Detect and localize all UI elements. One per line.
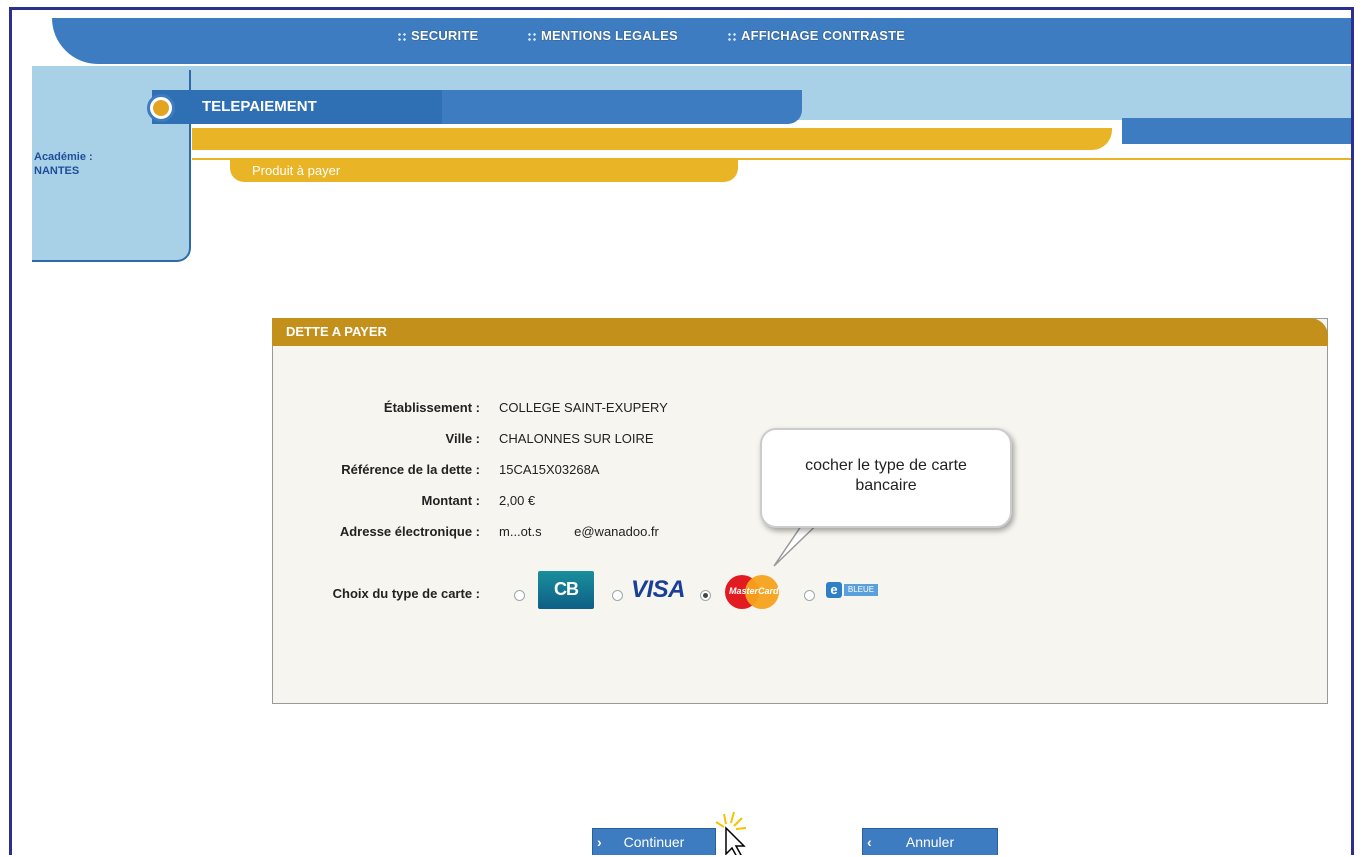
nav-securite-link[interactable]: SECURITE <box>397 28 478 43</box>
cancel-button-label: Annuler <box>905 834 955 850</box>
nav-contraste-label: AFFICHAGE CONTRASTE <box>741 28 906 43</box>
ville-label: Ville : <box>445 431 480 446</box>
ecarte-bleue-text: BLEUE <box>844 584 878 596</box>
nav-mentions-link[interactable]: MENTIONS LEGALES <box>527 28 678 43</box>
step-label: Produit à payer <box>252 163 341 178</box>
montant-label: Montant : <box>421 493 480 508</box>
continue-button-label: Continuer <box>623 834 685 850</box>
academie-info: Académie : NANTES <box>34 150 93 178</box>
panel-title: DETTE A PAYER <box>286 324 387 339</box>
radio-mastercard[interactable] <box>700 590 711 601</box>
step-tab: Produit à payer <box>230 160 738 182</box>
top-navigation-bar: SECURITE MENTIONS LEGALES AFFICHAGE CONT… <box>52 18 1351 64</box>
ecarte-bleue-e: e <box>826 582 842 598</box>
nav-securite-label: SECURITE <box>411 28 479 43</box>
cb-logo-text: CB <box>554 579 579 599</box>
cursor-click-icon <box>715 811 747 855</box>
callout-text: cocher le type de carte bancaire <box>762 456 1010 496</box>
radio-cb[interactable] <box>514 590 525 601</box>
callout-line-2: bancaire <box>855 477 917 494</box>
mastercard-logo-icon: MasterCard <box>725 575 779 609</box>
radio-ecarte-bleue[interactable] <box>804 590 815 601</box>
page-frame: SECURITE MENTIONS LEGALES AFFICHAGE CONT… <box>9 7 1354 855</box>
email-value: m...ot.s e@wanadoo.fr <box>499 524 659 539</box>
grid-icon <box>727 31 737 42</box>
gold-bar <box>192 128 1112 150</box>
card-choice-label: Choix du type de carte : <box>332 586 480 601</box>
etablissement-value: COLLEGE SAINT-EXUPERY <box>499 400 668 415</box>
reference-label: Référence de la dette : <box>341 462 480 477</box>
cb-logo-icon: CB <box>538 571 594 609</box>
callout-line-1: cocher le type de carte <box>805 457 967 474</box>
grid-icon <box>397 31 407 42</box>
academie-label: Académie : <box>34 151 93 163</box>
ville-value: CHALONNES SUR LOIRE <box>499 431 654 446</box>
header-strip <box>1122 118 1351 144</box>
nav-mentions-label: MENTIONS LEGALES <box>541 28 678 43</box>
radio-visa[interactable] <box>612 590 623 601</box>
academie-value: NANTES <box>34 165 80 177</box>
cancel-button[interactable]: ‹ Annuler <box>862 828 998 855</box>
continue-button[interactable]: › Continuer <box>592 828 716 855</box>
email-label: Adresse électronique : <box>339 524 480 539</box>
visa-logo-icon: VISA <box>631 576 686 603</box>
page-title: TELEPAIEMENT <box>202 98 317 115</box>
callout-bubble: cocher le type de carte bancaire <box>760 428 1012 528</box>
grid-icon <box>527 31 537 42</box>
etablissement-label: Établissement : <box>383 400 480 415</box>
mastercard-logo-text: MasterCard <box>729 586 779 596</box>
ecarte-bleue-logo-icon: e BLEUE <box>826 582 880 598</box>
panel-header: DETTE A PAYER <box>272 318 1328 346</box>
circle-dot-icon <box>153 100 169 116</box>
montant-value: 2,00 € <box>499 493 536 508</box>
nav-contraste-link[interactable]: AFFICHAGE CONTRASTE <box>727 28 905 43</box>
reference-value: 15CA15X03268A <box>499 462 600 477</box>
